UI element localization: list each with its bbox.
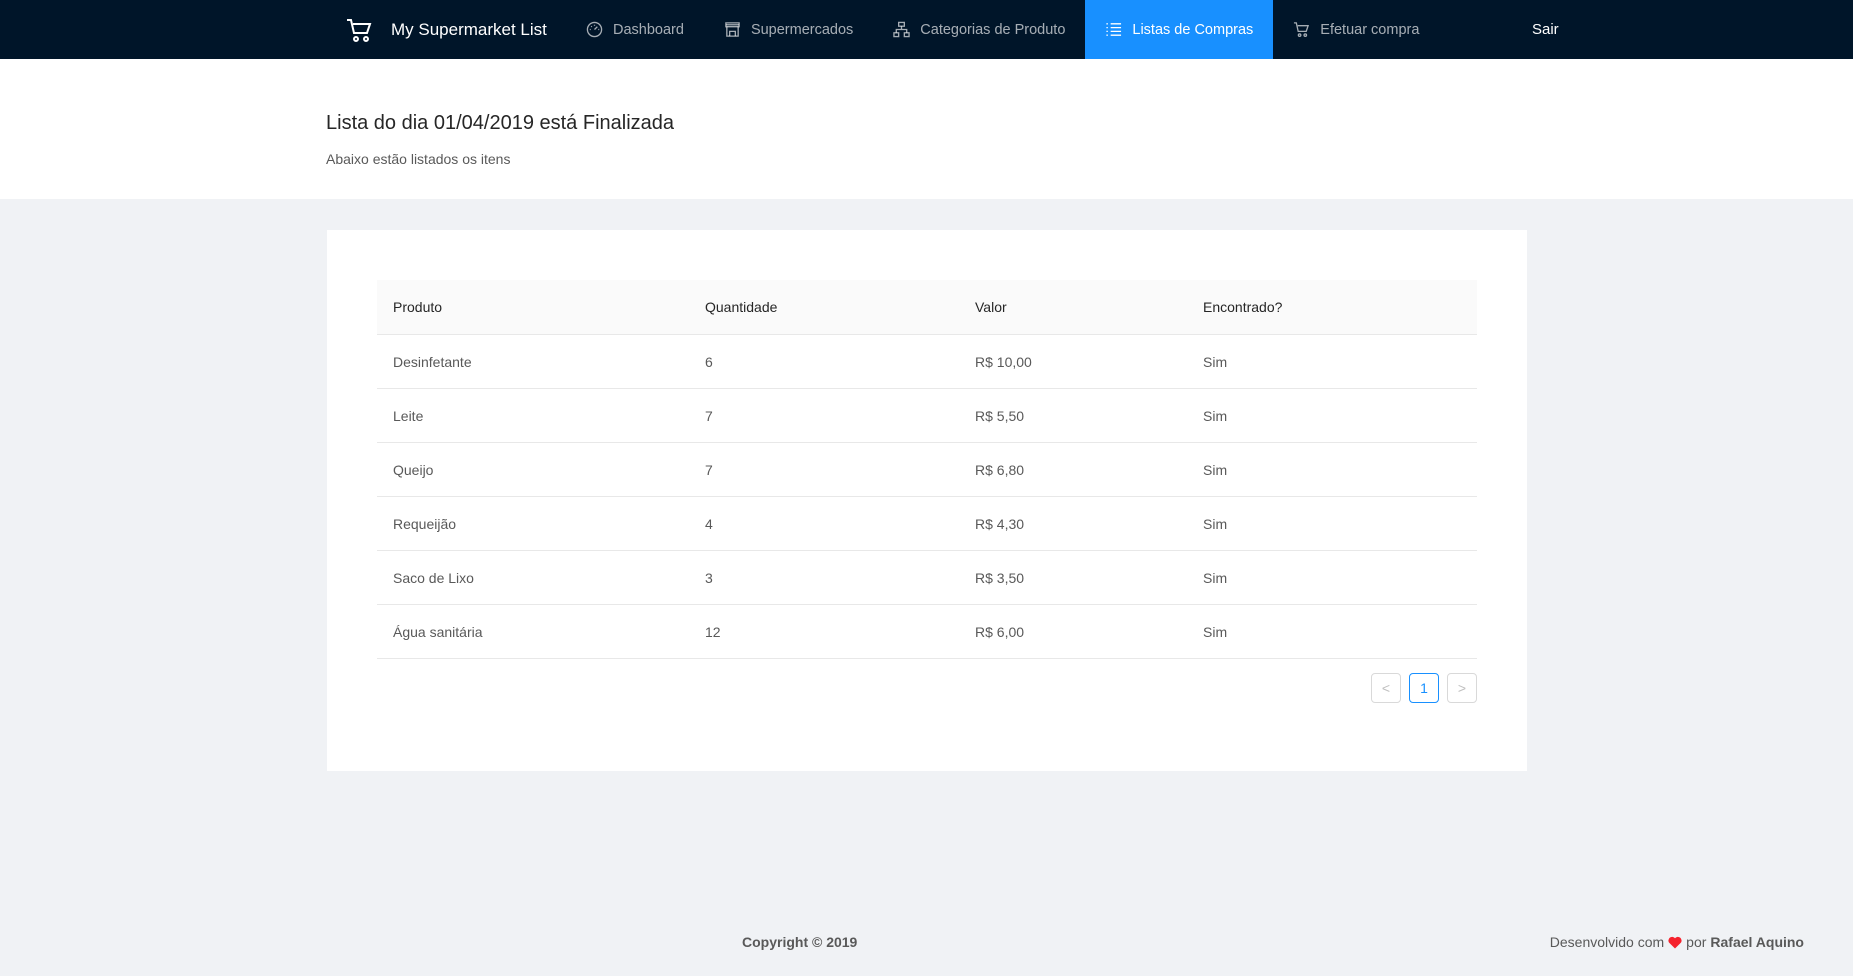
cell-quantidade: 7 bbox=[689, 388, 959, 443]
table-header-row: Produto Quantidade Valor Encontrado? bbox=[377, 280, 1477, 335]
table-row: Queijo 7 R$ 6,80 Sim bbox=[377, 442, 1477, 497]
cell-valor: R$ 5,50 bbox=[959, 388, 1187, 443]
nav-label: Efetuar compra bbox=[1320, 21, 1420, 38]
cell-valor: R$ 6,00 bbox=[959, 604, 1187, 659]
credit-text: Desenvolvido com por Rafael Aquino bbox=[1550, 934, 1804, 950]
brand-name: My Supermarket List bbox=[391, 19, 547, 39]
main-nav: Dashboard Supermercados Categorias de Pr… bbox=[566, 0, 1439, 59]
credit-by: por bbox=[1686, 934, 1707, 950]
author-name: Rafael Aquino bbox=[1710, 934, 1804, 950]
cell-valor: R$ 6,80 bbox=[959, 442, 1187, 497]
cell-quantidade: 4 bbox=[689, 496, 959, 551]
cell-valor: R$ 3,50 bbox=[959, 550, 1187, 605]
table-row: Requeijão 4 R$ 4,30 Sim bbox=[377, 496, 1477, 551]
cell-quantidade: 12 bbox=[689, 604, 959, 659]
nav-item-supermercados[interactable]: Supermercados bbox=[704, 0, 873, 59]
table-row: Saco de Lixo 3 R$ 3,50 Sim bbox=[377, 550, 1477, 605]
cart-icon bbox=[1294, 22, 1310, 38]
nav-label: Listas de Compras bbox=[1132, 21, 1254, 38]
cell-encontrado: Sim bbox=[1187, 334, 1477, 389]
items-card: Produto Quantidade Valor Encontrado? Des… bbox=[327, 230, 1527, 771]
cell-produto: Água sanitária bbox=[377, 604, 689, 659]
column-header-produto: Produto bbox=[377, 280, 689, 335]
chevron-right-icon: > bbox=[1457, 680, 1467, 696]
cell-produto: Saco de Lixo bbox=[377, 550, 689, 605]
page-header bbox=[0, 59, 1853, 199]
shop-icon bbox=[725, 22, 740, 37]
cell-encontrado: Sim bbox=[1187, 550, 1477, 605]
dashboard-icon bbox=[586, 21, 603, 38]
nav-label: Supermercados bbox=[750, 21, 854, 38]
cell-valor: R$ 4,30 bbox=[959, 496, 1187, 551]
table-row: Água sanitária 12 R$ 6,00 Sim bbox=[377, 604, 1477, 659]
cart-logo-icon bbox=[347, 18, 372, 42]
cluster-icon bbox=[893, 21, 911, 38]
column-header-valor: Valor bbox=[959, 280, 1187, 335]
cell-encontrado: Sim bbox=[1187, 496, 1477, 551]
page-button-current[interactable]: 1 bbox=[1409, 673, 1439, 703]
logout-link[interactable]: Sair bbox=[1532, 0, 1559, 59]
table-row: Leite 7 R$ 5,50 Sim bbox=[377, 388, 1477, 443]
cell-produto: Leite bbox=[377, 388, 689, 443]
nav-item-categorias[interactable]: Categorias de Produto bbox=[873, 0, 1085, 59]
pagination: < 1 > bbox=[1371, 673, 1477, 703]
page-title: Lista do dia 01/04/2019 está Finalizada bbox=[326, 112, 675, 134]
top-navbar: My Supermarket List Dashboard Supermerca… bbox=[0, 0, 1853, 59]
credit-prefix: Desenvolvido com bbox=[1549, 934, 1665, 950]
nav-item-listas-de-compras[interactable]: Listas de Compras bbox=[1085, 0, 1274, 59]
chevron-left-icon: < bbox=[1381, 680, 1391, 696]
cell-produto: Desinfetante bbox=[377, 334, 689, 389]
nav-label: Categorias de Produto bbox=[920, 21, 1066, 38]
nav-label: Dashboard bbox=[613, 21, 684, 38]
cell-encontrado: Sim bbox=[1187, 604, 1477, 659]
cell-encontrado: Sim bbox=[1187, 442, 1477, 497]
footer: Copyright © 2019 Desenvolvido com por Ra… bbox=[0, 920, 1853, 976]
items-table: Produto Quantidade Valor Encontrado? Des… bbox=[377, 280, 1477, 659]
cell-quantidade: 7 bbox=[689, 442, 959, 497]
nav-item-dashboard[interactable]: Dashboard bbox=[566, 0, 704, 59]
cell-produto: Queijo bbox=[377, 442, 689, 497]
cell-valor: R$ 10,00 bbox=[959, 334, 1187, 389]
nav-item-efetuar-compra[interactable]: Efetuar compra bbox=[1273, 0, 1439, 59]
next-page-button[interactable]: > bbox=[1447, 673, 1477, 703]
page-subtitle: Abaixo estão listados os itens bbox=[326, 151, 511, 167]
table-row: Desinfetante 6 R$ 10,00 Sim bbox=[377, 334, 1477, 389]
column-header-quantidade: Quantidade bbox=[689, 280, 959, 335]
column-header-encontrado: Encontrado? bbox=[1187, 280, 1477, 335]
copyright-text: Copyright © 2019 bbox=[742, 934, 858, 950]
list-icon bbox=[1106, 23, 1122, 36]
cell-quantidade: 6 bbox=[689, 334, 959, 389]
cell-encontrado: Sim bbox=[1187, 388, 1477, 443]
cell-quantidade: 3 bbox=[689, 550, 959, 605]
brand[interactable]: My Supermarket List bbox=[345, 0, 547, 59]
cell-produto: Requeijão bbox=[377, 496, 689, 551]
heart-icon bbox=[1668, 936, 1682, 948]
prev-page-button[interactable]: < bbox=[1371, 673, 1401, 703]
